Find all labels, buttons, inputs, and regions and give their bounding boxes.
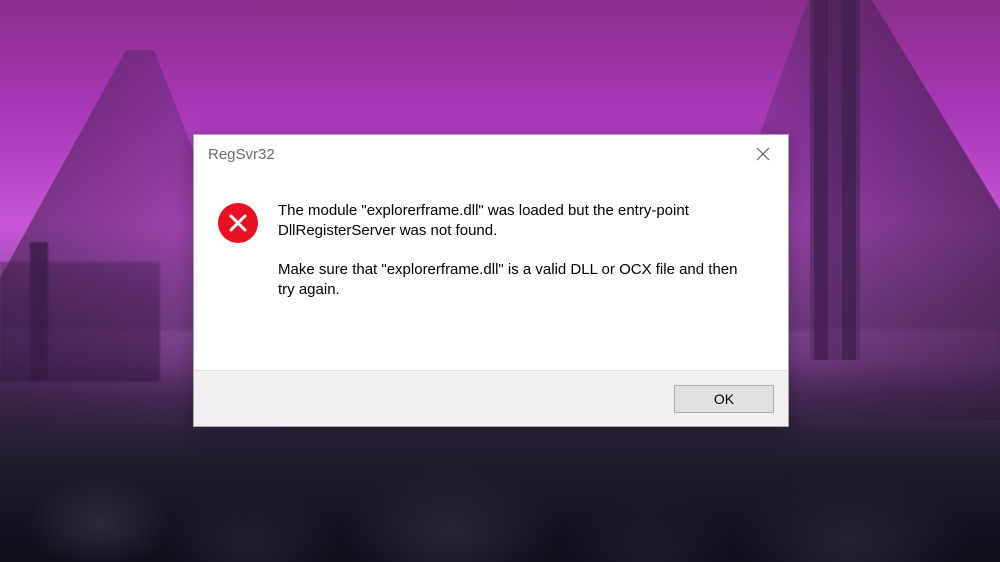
error-dialog: RegSvr32 The module "explorerframe.dll" … [193,134,789,427]
error-icon-container [218,203,258,243]
dialog-titlebar[interactable]: RegSvr32 [194,135,788,173]
error-icon [218,203,258,243]
dialog-content: The module "explorerframe.dll" was loade… [194,173,788,370]
dialog-message: The module "explorerframe.dll" was loade… [278,201,756,360]
close-button[interactable] [738,135,788,173]
dialog-footer: OK [194,370,788,426]
message-line-2: Make sure that "explorerframe.dll" is a … [278,260,756,301]
close-icon [756,147,770,161]
message-line-1: The module "explorerframe.dll" was loade… [278,201,756,242]
ok-button[interactable]: OK [674,385,774,413]
dialog-title: RegSvr32 [208,146,275,163]
